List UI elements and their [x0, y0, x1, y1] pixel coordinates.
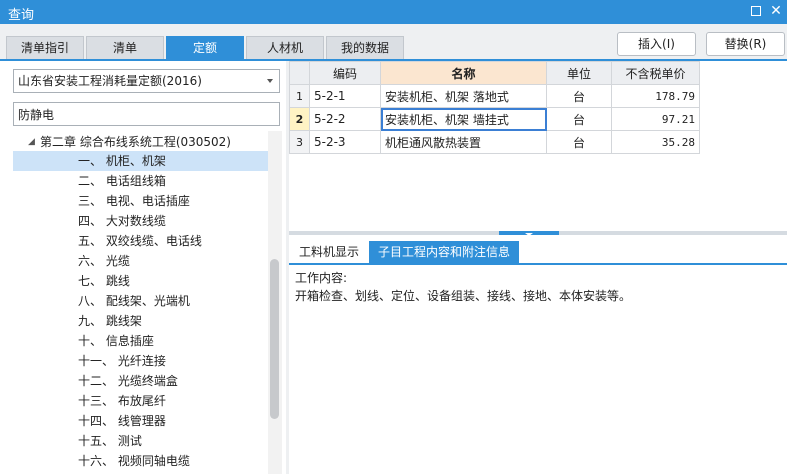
tree-item[interactable]: 十六、 视频同轴电缆 — [13, 451, 268, 471]
tree-item[interactable]: 七、 跳线 — [13, 271, 268, 291]
tree-item-label: 四、 大对数线缆 — [78, 214, 166, 228]
tree-item-label: 三、 电视、电话插座 — [78, 194, 190, 208]
tree-item-label: 二、 电话组线箱 — [78, 174, 166, 188]
cell-unit[interactable]: 台 — [546, 130, 612, 154]
tree-node-chapter[interactable]: ◢ 第二章 综合布线系统工程(030502) — [28, 133, 231, 151]
collapse-triangle-icon[interactable]: ◢ — [28, 133, 35, 151]
tab-work-content-notes[interactable]: 子目工程内容和附注信息 — [369, 241, 519, 263]
tree-item[interactable]: 六、 光缆 — [13, 251, 268, 271]
grid-header-row: 编码 名称 单位 不含税单价 — [289, 61, 700, 85]
tab-labor-material-machine[interactable]: 人材机 — [246, 36, 324, 60]
tree-item[interactable]: 一、 机柜、机架 — [13, 151, 268, 171]
tree-scrollbar[interactable] — [268, 131, 282, 474]
cell-code[interactable]: 5-2-2 — [309, 107, 381, 131]
tree-node-label: 第二章 综合布线系统工程(030502) — [40, 135, 231, 149]
search-input[interactable] — [13, 102, 280, 126]
splitter-collapse-icon[interactable] — [499, 231, 559, 236]
tree-item-label: 七、 跳线 — [78, 274, 130, 288]
cell-name[interactable]: 机柜通风散热装置 — [380, 130, 547, 154]
tree-item-label: 十三、 布放尾纤 — [78, 394, 166, 408]
scrollbar-thumb[interactable] — [270, 259, 279, 419]
tree-item[interactable]: 十三、 布放尾纤 — [13, 391, 268, 411]
quota-grid: 编码 名称 单位 不含税单价 1 5-2-1 安装机柜、机架 落地式 台 178… — [289, 61, 700, 154]
chevron-down-icon[interactable] — [267, 79, 273, 83]
tree-item-label: 十六、 视频同轴电缆 — [78, 454, 190, 468]
maximize-icon[interactable] — [748, 3, 764, 19]
grid-corner-cell — [289, 61, 310, 85]
window-title: 查询 — [8, 8, 35, 23]
tab-labor-machine-display[interactable]: 工料机显示 — [293, 241, 365, 263]
cell-code[interactable]: 5-2-1 — [309, 84, 381, 108]
column-header-code[interactable]: 编码 — [309, 61, 381, 85]
table-row[interactable]: 3 5-2-3 机柜通风散热装置 台 35.28 — [289, 130, 700, 154]
tree-item-label: 一、 机柜、机架 — [78, 154, 166, 168]
tree-item[interactable]: 十四、 线管理器 — [13, 411, 268, 431]
cell-name[interactable]: 安装机柜、机架 落地式 — [380, 84, 547, 108]
row-number: 1 — [289, 84, 310, 108]
quota-library-select[interactable]: 山东省安装工程消耗量定额(2016) — [13, 69, 280, 93]
tree-item-label: 十一、 光纤连接 — [78, 354, 166, 368]
table-row[interactable]: 2 5-2-2 安装机柜、机架 墙挂式 台 97.21 — [289, 107, 700, 131]
tree-item-label: 九、 跳线架 — [78, 314, 142, 328]
table-row[interactable]: 1 5-2-1 安装机柜、机架 落地式 台 178.79 — [289, 84, 700, 108]
tree-item-label: 六、 光缆 — [78, 254, 130, 268]
main-tabbar: 清单指引 清单 定额 人材机 我的数据 插入(I) 替换(R) — [0, 24, 787, 60]
cell-code[interactable]: 5-2-3 — [309, 130, 381, 154]
tree-item[interactable]: 十五、 测试 — [13, 431, 268, 451]
tree-item-label: 十二、 光缆终端盒 — [78, 374, 178, 388]
quota-library-value: 山东省安装工程消耗量定额(2016) — [18, 74, 202, 88]
tree-item-label: 八、 配线架、光端机 — [78, 294, 190, 308]
tree-item[interactable]: 十、 信息插座 — [13, 331, 268, 351]
tab-bill[interactable]: 清单 — [86, 36, 164, 60]
cell-unit[interactable]: 台 — [546, 107, 612, 131]
tree-item-label: 十五、 测试 — [78, 434, 142, 448]
tab-quota[interactable]: 定额 — [166, 36, 244, 60]
tree-item[interactable]: 二、 电话组线箱 — [13, 171, 268, 191]
cell-price[interactable]: 178.79 — [611, 84, 700, 108]
tree-item[interactable]: 五、 双绞线缆、电话线 — [13, 231, 268, 251]
replace-button[interactable]: 替换(R) — [706, 32, 785, 56]
tab-bill-guide[interactable]: 清单指引 — [6, 36, 84, 60]
close-icon[interactable]: ✕ — [768, 3, 784, 19]
window-titlebar: 查询 ✕ — [0, 0, 787, 24]
tree-item[interactable]: 十二、 光缆终端盒 — [13, 371, 268, 391]
tree-item[interactable]: 九、 跳线架 — [13, 311, 268, 331]
tab-my-data[interactable]: 我的数据 — [326, 36, 404, 60]
cell-unit[interactable]: 台 — [546, 84, 612, 108]
cell-price[interactable]: 97.21 — [611, 107, 700, 131]
tree-item[interactable]: 三、 电视、电话插座 — [13, 191, 268, 211]
tree-item-label: 五、 双绞线缆、电话线 — [78, 234, 202, 248]
tree-item[interactable]: 四、 大对数线缆 — [13, 211, 268, 231]
tree-item[interactable]: 八、 配线架、光端机 — [13, 291, 268, 311]
tree-item-label: 十四、 线管理器 — [78, 414, 166, 428]
left-pane: 山东省安装工程消耗量定额(2016) ◢ 第二章 综合布线系统工程(030502… — [0, 61, 286, 474]
detail-tabbar: 工料机显示 子目工程内容和附注信息 — [289, 237, 787, 265]
cell-name[interactable]: 安装机柜、机架 墙挂式 — [380, 107, 547, 131]
pane-splitter[interactable] — [289, 231, 787, 236]
column-header-unit[interactable]: 单位 — [546, 61, 612, 85]
row-number: 2 — [289, 107, 310, 131]
work-content-text: 开箱检查、划线、定位、设备组装、接线、接地、本体安装等。 — [295, 289, 632, 303]
column-header-name[interactable]: 名称 — [380, 61, 547, 85]
tree-item-label: 十、 信息插座 — [78, 334, 154, 348]
category-tree: ◢ 第二章 综合布线系统工程(030502) 一、 机柜、机架 二、 电话组线箱… — [13, 131, 268, 474]
column-header-price[interactable]: 不含税单价 — [611, 61, 700, 85]
row-number: 3 — [289, 130, 310, 154]
work-content-label: 工作内容: — [295, 271, 348, 285]
insert-button[interactable]: 插入(I) — [617, 32, 696, 56]
tree-item[interactable]: 十一、 光纤连接 — [13, 351, 268, 371]
cell-price[interactable]: 35.28 — [611, 130, 700, 154]
right-pane: 编码 名称 单位 不含税单价 1 5-2-1 安装机柜、机架 落地式 台 178… — [289, 61, 787, 474]
